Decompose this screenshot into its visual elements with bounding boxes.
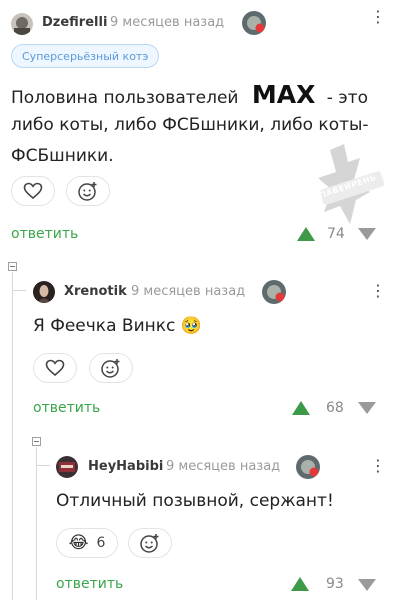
comment-text-part: Половина пользователей	[11, 88, 239, 108]
comment-time: 9 месяцев назад	[131, 284, 246, 299]
comment-score: 74	[327, 226, 345, 242]
comment-author[interactable]: HeyHabibi	[88, 459, 163, 474]
add-reaction-button[interactable]	[128, 528, 172, 558]
comment-author[interactable]: Xrenotik	[64, 284, 127, 299]
thread-branch	[36, 465, 50, 466]
reply-link[interactable]: ответить	[11, 226, 78, 242]
reaction-count: 6	[96, 535, 106, 551]
comment-score: 93	[326, 576, 344, 592]
comment-time: 9 месяцев назад	[166, 459, 281, 474]
laughing-emoji-icon: 😂	[68, 532, 89, 553]
more-options-icon[interactable]: ⋮	[370, 9, 386, 25]
sticker-image: ПАБЕЙРЕНЬ	[310, 140, 392, 232]
heart-icon	[45, 359, 65, 377]
thread-line	[12, 272, 13, 600]
downvote-icon[interactable]	[356, 577, 378, 593]
comment-score: 68	[326, 400, 344, 416]
add-reaction-button[interactable]	[89, 353, 133, 383]
user-tag: Суперсерьёзный котэ	[11, 44, 160, 68]
reply-link[interactable]: ответить	[33, 400, 100, 416]
more-options-icon[interactable]: ⋮	[370, 458, 386, 474]
add-emoji-icon	[101, 359, 120, 378]
heart-icon	[23, 182, 43, 200]
add-emoji-icon	[140, 534, 159, 553]
more-options-icon[interactable]: ⋮	[370, 283, 386, 299]
add-reaction-button[interactable]	[66, 176, 110, 206]
comment-text-part: - это	[326, 88, 368, 108]
upvote-icon[interactable]	[290, 399, 312, 417]
comment-text-emphasis: MAX	[251, 80, 316, 109]
add-emoji-icon	[78, 182, 97, 201]
upvote-icon[interactable]	[289, 575, 311, 593]
reaction-button[interactable]: 😂 6	[56, 528, 118, 558]
comment-text: Я Феечка Винкс 🥹	[33, 316, 202, 336]
thread-branch	[12, 290, 26, 291]
like-button[interactable]	[11, 176, 55, 206]
collapse-thread-icon[interactable]	[8, 262, 17, 271]
user-avatar[interactable]	[11, 13, 33, 35]
comment-text: Отличный позывной, сержант!	[56, 491, 334, 511]
downvote-icon[interactable]	[356, 400, 378, 416]
thread-line	[36, 447, 37, 600]
profile-badge-avatar	[242, 11, 266, 35]
downvote-icon[interactable]	[356, 226, 378, 242]
reply-link[interactable]: ответить	[56, 576, 123, 592]
comment-time: 9 месяцев назад	[110, 15, 225, 30]
user-avatar[interactable]	[56, 456, 78, 478]
profile-badge-avatar	[296, 455, 320, 479]
user-avatar[interactable]	[33, 281, 55, 303]
comment-text-line: либо коты, либо ФСБшники, либо коты-	[11, 115, 369, 135]
profile-badge-avatar	[262, 280, 286, 304]
like-button[interactable]	[33, 353, 77, 383]
upvote-icon[interactable]	[295, 225, 317, 243]
collapse-thread-icon[interactable]	[32, 437, 41, 446]
comment-author[interactable]: Dzefirelli	[42, 15, 107, 30]
